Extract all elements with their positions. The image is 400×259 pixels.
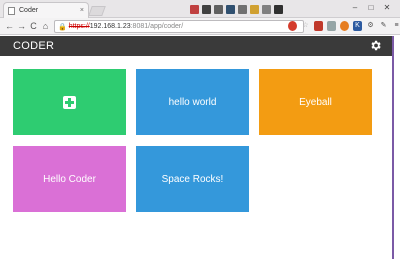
- url-path: :8081/app/coder/: [130, 23, 184, 30]
- window-edge: [392, 36, 400, 259]
- maximize-button[interactable]: □: [364, 3, 378, 13]
- bookmark-swatches: [190, 5, 286, 14]
- swatch[interactable]: [226, 5, 235, 14]
- new-tab-button[interactable]: [88, 6, 106, 16]
- star-icon[interactable]: ☆: [301, 21, 310, 31]
- tab-title: Coder: [19, 7, 39, 14]
- extension-icon[interactable]: ✎: [379, 21, 388, 31]
- bookmark-icon[interactable]: [314, 21, 323, 31]
- swatch[interactable]: [250, 5, 259, 14]
- minimize-button[interactable]: –: [348, 3, 362, 13]
- browser-tab[interactable]: Coder ×: [3, 2, 89, 18]
- swatch[interactable]: [274, 5, 283, 14]
- close-button[interactable]: ✕: [380, 3, 394, 13]
- browser-window: Coder × – □ ✕ ← → C ⌂ 🔒 https:// 192.168…: [0, 0, 400, 259]
- app-title: CODER: [13, 40, 55, 52]
- address-bar[interactable]: 🔒 https:// 192.168.1.23 :8081/app/coder/: [54, 20, 304, 33]
- tile-space-rocks[interactable]: Space Rocks!: [136, 146, 249, 212]
- title-bar: Coder × – □ ✕: [0, 0, 400, 18]
- swatch[interactable]: [190, 5, 199, 14]
- tile-hello-coder[interactable]: Hello Coder: [13, 146, 126, 212]
- back-button[interactable]: ←: [4, 20, 15, 32]
- tile-hello-world[interactable]: hello world: [136, 69, 249, 135]
- tab-close-icon[interactable]: ×: [80, 7, 84, 14]
- gear-icon[interactable]: [369, 39, 382, 52]
- smile-icon[interactable]: [340, 21, 349, 31]
- url-host: 192.168.1.23: [89, 23, 131, 30]
- tile-eyeball[interactable]: Eyeball: [259, 69, 372, 135]
- swatch[interactable]: [202, 5, 211, 14]
- forward-button[interactable]: →: [16, 20, 27, 32]
- menu-icon[interactable]: ≡: [392, 21, 400, 31]
- swatch[interactable]: [214, 5, 223, 14]
- insecure-lock-icon: 🔒: [58, 23, 67, 31]
- gear-ext-icon[interactable]: ⚙: [366, 21, 375, 31]
- add-app-tile[interactable]: [13, 69, 126, 135]
- browser-toolbar: ← → C ⌂ 🔒 https:// 192.168.1.23 :8081/ap…: [0, 18, 400, 35]
- swatch[interactable]: [238, 5, 247, 14]
- url-scheme: https://: [68, 23, 90, 30]
- page-icon: [8, 6, 15, 15]
- extension-icons: ☆ K ⚙ ✎ ≡: [288, 21, 400, 31]
- reload-button[interactable]: C: [28, 20, 39, 32]
- k-icon[interactable]: K: [353, 21, 362, 31]
- window-controls: – □ ✕: [346, 3, 394, 13]
- home-button[interactable]: ⌂: [40, 20, 51, 32]
- plus-icon: [63, 95, 76, 109]
- app-header: CODER: [0, 36, 392, 56]
- stop-icon[interactable]: [288, 21, 297, 31]
- swatch[interactable]: [262, 5, 271, 14]
- puzzle-icon[interactable]: [327, 21, 336, 31]
